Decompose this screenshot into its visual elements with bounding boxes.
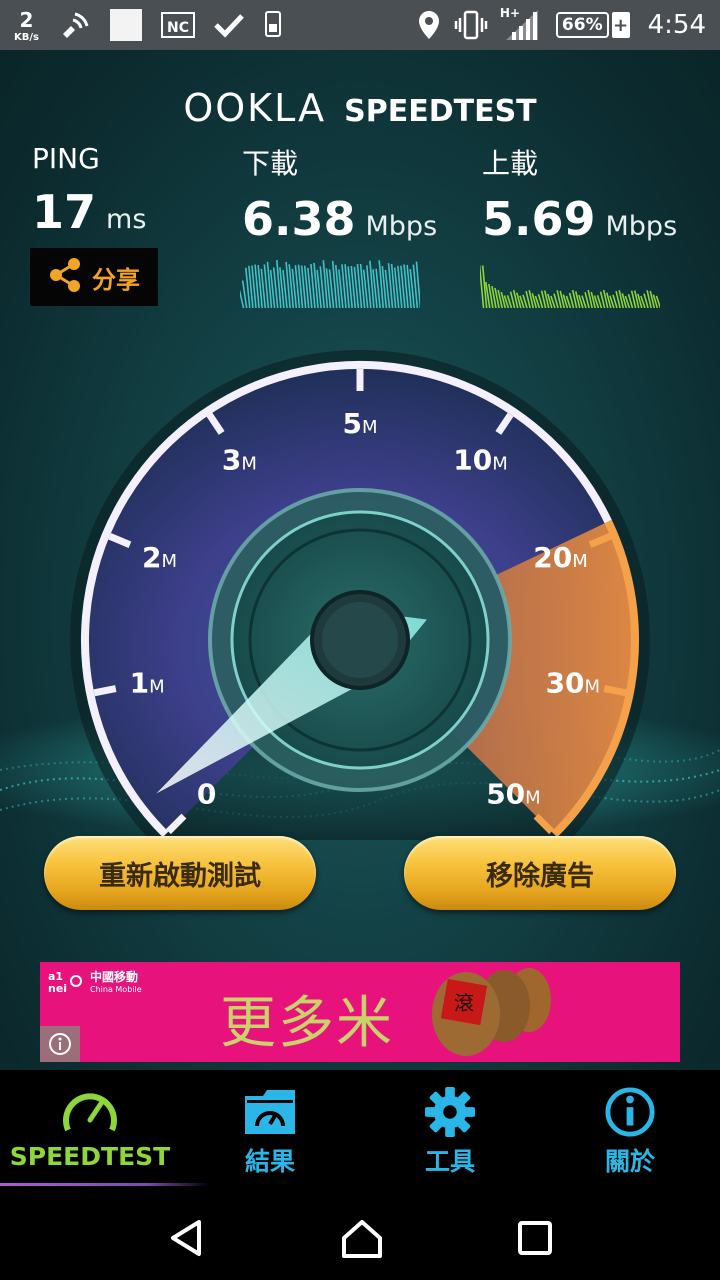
download-unit: Mbps xyxy=(365,211,438,242)
ping-value: 17 xyxy=(32,185,97,239)
download-value: 6.38 xyxy=(242,192,356,246)
system-nav-bar xyxy=(0,1196,720,1280)
tab-results-label: 結果 xyxy=(244,1147,295,1176)
share-label: 分享 xyxy=(92,265,140,294)
gauge-tick-label: 0 xyxy=(197,777,216,810)
home-icon[interactable] xyxy=(338,1216,386,1260)
network-speed-unit: KB/s xyxy=(14,31,39,43)
share-button[interactable]: 分享 xyxy=(30,248,158,306)
upload-unit: Mbps xyxy=(605,211,678,242)
ping-unit: ms xyxy=(106,204,147,235)
satellite-icon xyxy=(57,10,91,40)
tab-speedtest-label: SPEEDTEST xyxy=(9,1142,171,1171)
battery-percent: 66% xyxy=(555,12,609,38)
svg-text:滾: 滾 xyxy=(454,991,474,1015)
gauge-tick-mark xyxy=(603,685,627,697)
rice-jar-image: 滾 xyxy=(432,968,551,1056)
bottom-tab-bar: SPEEDTEST 結果 工具 關於 xyxy=(0,1070,720,1196)
tab-about[interactable]: 關於 xyxy=(540,1070,720,1196)
check-icon xyxy=(213,11,245,39)
speedtest-screen: OOKLA SPEEDTEST PING 17 ms 下載 6.38 Mbps 上載 … xyxy=(0,50,720,1070)
ad-brand-cn: 中國移動 xyxy=(90,970,139,984)
speed-gauge: 01M2M3M5M10M20M30M50M xyxy=(70,350,650,840)
logo-ookla: OOKLA xyxy=(183,86,327,130)
info-icon xyxy=(605,1087,655,1137)
download-metric: 下載 6.38 Mbps xyxy=(242,142,437,246)
blank-notification-icon xyxy=(109,8,143,42)
ping-label: PING xyxy=(32,142,100,175)
info-icon xyxy=(49,1033,71,1055)
china-mobile-logo-icon: a1nei xyxy=(48,970,82,994)
back-icon[interactable] xyxy=(165,1216,209,1260)
logo-speedtest: SPEEDTEST xyxy=(344,94,537,129)
tab-speedtest[interactable]: SPEEDTEST xyxy=(0,1070,210,1196)
ad-headline: 更多米 xyxy=(220,991,394,1056)
app-logo: OOKLA SPEEDTEST xyxy=(0,86,720,130)
ad-info-button[interactable] xyxy=(40,1026,80,1062)
phone-download-icon xyxy=(263,10,283,40)
svg-text:NC: NC xyxy=(167,20,189,36)
share-icon xyxy=(48,257,82,297)
nfc-icon: NC xyxy=(160,11,195,39)
recents-icon[interactable] xyxy=(515,1218,555,1258)
tab-results[interactable]: 結果 xyxy=(180,1070,360,1196)
ping-metric: PING 17 ms xyxy=(32,142,146,239)
tab-about-label: 關於 xyxy=(604,1147,655,1176)
network-speed-indicator: 2 KB/s xyxy=(14,8,39,43)
network-speed-value: 2 xyxy=(19,7,34,32)
tab-tools[interactable]: 工具 xyxy=(360,1070,540,1196)
network-type-label: H+ xyxy=(499,6,521,20)
svg-text:nei: nei xyxy=(48,982,67,994)
gauge-tick-mark xyxy=(93,685,117,697)
battery-indicator: 66% + xyxy=(555,12,630,38)
download-graph xyxy=(240,259,420,308)
graph-bar xyxy=(240,290,245,308)
location-icon xyxy=(418,10,440,40)
restart-test-button[interactable]: 重新啟動測試 xyxy=(44,836,316,910)
signal-icon: H+ xyxy=(499,6,542,42)
tab-tools-label: 工具 xyxy=(424,1147,475,1176)
results-folder-icon xyxy=(245,1090,295,1134)
clock: 4:54 xyxy=(647,10,706,40)
download-label: 下載 xyxy=(242,147,299,180)
ad-banner[interactable]: a1 nei 中國移動 China Mobile 更多米 滾 xyxy=(40,962,680,1062)
upload-metric: 上載 5.69 Mbps xyxy=(482,142,677,246)
speedometer-icon xyxy=(63,1093,117,1132)
upload-graph xyxy=(480,265,660,308)
ad-brand-en: China Mobile xyxy=(90,985,142,994)
remove-ads-button[interactable]: 移除廣告 xyxy=(404,836,676,910)
ad-brand: a1 nei 中國移動 China Mobile xyxy=(48,968,142,994)
upload-value: 5.69 xyxy=(482,192,596,246)
status-bar: 2 KB/s NC H+ 66% + 4:54 xyxy=(0,0,720,50)
gear-icon xyxy=(424,1086,476,1138)
charging-icon: + xyxy=(611,12,630,38)
upload-label: 上載 xyxy=(482,147,539,180)
vibrate-icon xyxy=(454,10,488,40)
